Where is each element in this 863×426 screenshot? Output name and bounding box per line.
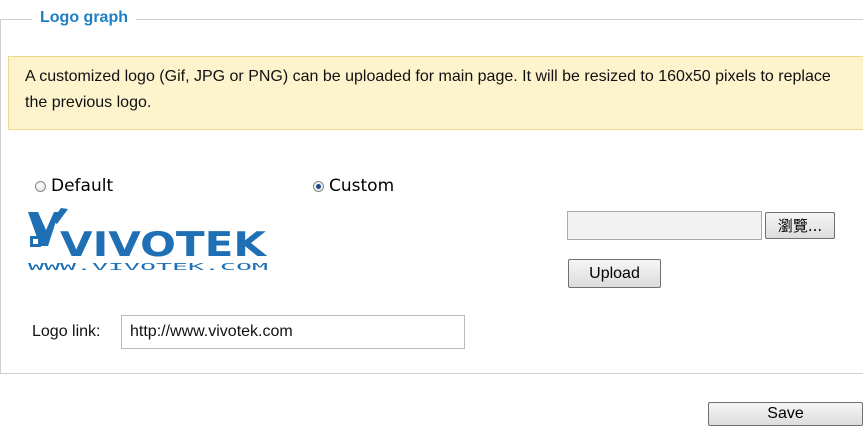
logo-link-label: Logo link: [32, 323, 101, 340]
default-label: Default [51, 176, 114, 196]
file-path-input[interactable] [567, 211, 762, 240]
custom-label: Custom [329, 176, 395, 196]
info-notice: A customized logo (Gif, JPG or PNG) can … [8, 56, 863, 130]
upload-button[interactable]: Upload [568, 259, 661, 288]
vivotek-logo: VIVOTEK WWW.VIVOTEK.COM [28, 208, 268, 273]
logo-url-text: WWW.VIVOTEK.COM [28, 262, 268, 273]
custom-radio[interactable] [313, 180, 324, 192]
save-button[interactable]: Save [708, 402, 863, 426]
browse-button[interactable]: 瀏覽... [765, 212, 835, 239]
custom-option[interactable]: Custom [313, 176, 394, 196]
logo-link-input[interactable] [121, 315, 465, 349]
logo-brand-text: VIVOTEK [60, 225, 268, 265]
default-radio[interactable] [35, 180, 46, 192]
section-title: Logo graph [32, 8, 136, 28]
default-option[interactable]: Default [35, 176, 113, 196]
